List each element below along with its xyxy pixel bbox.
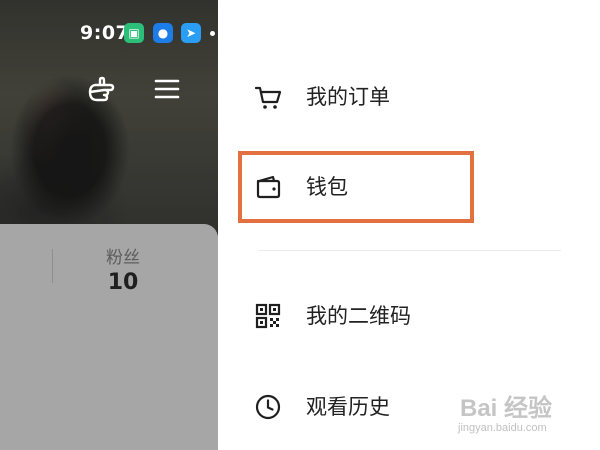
clock-icon: [255, 394, 281, 420]
menu-item-watch-history[interactable]: 观看历史: [238, 377, 558, 437]
menu-item-label: 我的订单: [306, 85, 390, 109]
menu-divider: [258, 250, 561, 251]
status-time: 9:07: [80, 22, 130, 44]
menu-item-label: 观看历史: [306, 395, 390, 419]
menu-item-my-qr-code[interactable]: 我的二维码: [238, 286, 558, 346]
xiaomi-app-icon: ▣: [124, 23, 144, 43]
side-drawer: 我的订单 钱包 我的二维码 观看历史: [218, 0, 600, 450]
menu-item-my-orders[interactable]: 我的订单: [238, 67, 558, 127]
shopping-cart-icon: [254, 86, 282, 109]
fans-count[interactable]: 10: [92, 270, 154, 295]
qq-penguin-icon: ●: [153, 23, 173, 43]
highlight-annotation-box: [238, 151, 474, 223]
pointing-hand-icon[interactable]: [84, 72, 120, 108]
qr-code-icon: [255, 303, 281, 329]
stats-divider: [52, 249, 53, 283]
hamburger-menu-icon[interactable]: [152, 74, 182, 104]
feishu-arrow-icon: ➤: [181, 23, 201, 43]
profile-background: 9:07 ▣ ● ➤ 粉丝 10: [0, 0, 218, 450]
menu-item-label: 我的二维码: [306, 304, 411, 328]
status-more-dot: [210, 31, 215, 36]
fans-label: 粉丝: [106, 248, 140, 268]
